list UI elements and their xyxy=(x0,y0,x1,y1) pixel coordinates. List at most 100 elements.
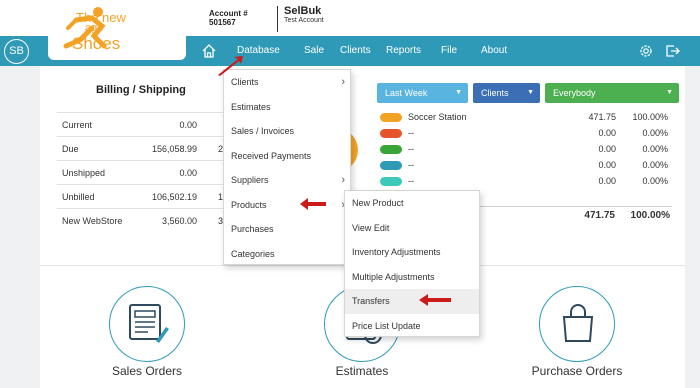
nav-sale[interactable]: Sale xyxy=(304,36,324,66)
purchase-orders-tile[interactable] xyxy=(539,286,615,362)
pointer-arrow-icon xyxy=(218,56,243,76)
legend-swatch xyxy=(380,145,402,154)
legend-row[interactable]: -- 0.00 0.00% xyxy=(378,127,670,141)
nav-file[interactable]: File xyxy=(441,36,457,66)
total-amount: 471.75 xyxy=(584,210,615,221)
billing-label: Unshipped xyxy=(62,168,106,178)
submenu-item-label: Inventory Adjustments xyxy=(352,247,441,257)
scope-dropdown[interactable]: Everybody ▼ xyxy=(545,83,679,103)
legend-row[interactable]: -- 0.00 0.00% xyxy=(378,159,670,173)
header-separator xyxy=(277,6,278,32)
menu-item-label: Clients xyxy=(231,77,259,87)
legend-name: Soccer Station xyxy=(408,112,467,122)
user-avatar[interactable]: SB xyxy=(4,39,29,64)
legend-swatch xyxy=(380,113,402,122)
billing-value: 106,502.19 xyxy=(151,192,197,202)
legend-amount: 0.00 xyxy=(598,176,616,186)
account-label: Account # xyxy=(209,9,248,18)
menu-item-received-payments[interactable]: Received Payments xyxy=(224,144,350,169)
billing-table: Current 0.00 Due 156,058.99 2 Unshipped … xyxy=(57,112,227,232)
billing-value: 0.00 xyxy=(179,168,197,178)
nav-about[interactable]: About xyxy=(481,36,507,66)
legend-swatch xyxy=(380,129,402,138)
menu-item-label: Estimates xyxy=(231,101,271,112)
legend-percent: 100.00% xyxy=(632,112,668,122)
pointer-arrow-icon xyxy=(300,198,326,210)
billing-label: New WebStore xyxy=(62,216,123,226)
billing-label: Current xyxy=(62,120,93,130)
submenu-item-view-edit[interactable]: View Edit xyxy=(345,216,479,241)
menu-item-products[interactable]: Products› xyxy=(224,193,350,218)
menu-item-purchases[interactable]: Purchases xyxy=(224,217,350,242)
menu-item-label: Suppliers xyxy=(231,175,269,185)
estimates-label[interactable]: Estimates xyxy=(292,364,432,378)
scope-dropdown-label: Everybody xyxy=(553,88,596,98)
legend-percent: 0.00% xyxy=(642,144,668,154)
legend-row[interactable]: -- 0.00 0.00% xyxy=(378,143,670,157)
billing-row-due[interactable]: Due 156,058.99 2 xyxy=(57,136,227,160)
menu-item-label: Received Payments xyxy=(231,150,312,161)
legend-percent: 0.00% xyxy=(642,160,668,170)
nav-clients[interactable]: Clients xyxy=(340,36,371,66)
pointer-arrow-icon xyxy=(419,294,451,306)
menu-item-categories[interactable]: Categories xyxy=(224,242,350,267)
chevron-down-icon: ▼ xyxy=(455,89,462,96)
submenu-item-transfers[interactable]: Transfers xyxy=(345,289,479,314)
submenu-item-price-list-update[interactable]: Price List Update xyxy=(345,314,479,339)
legend-row[interactable]: -- 0.00 0.00% xyxy=(378,175,670,189)
menu-item-label: Purchases xyxy=(231,224,274,234)
gear-icon[interactable] xyxy=(638,43,654,59)
group-dropdown[interactable]: Clients ▼ xyxy=(473,83,540,103)
period-dropdown-label: Last Week xyxy=(385,88,428,98)
legend-amount: 0.00 xyxy=(598,160,616,170)
legend-percent: 0.00% xyxy=(642,128,668,138)
submenu-item-inventory-adjustments[interactable]: Inventory Adjustments xyxy=(345,240,479,265)
menu-item-estimates[interactable]: Estimates xyxy=(224,95,350,120)
legend-swatch xyxy=(380,177,402,186)
submenu-item-label: New Product xyxy=(352,198,404,208)
billing-row-unshipped[interactable]: Unshipped 0.00 xyxy=(57,160,227,184)
logo-text-line3: Shoes xyxy=(72,34,121,53)
submenu-item-label: Transfers xyxy=(352,296,390,306)
menu-item-sales-invoices[interactable]: Sales / Invoices xyxy=(224,119,350,144)
legend-amount: 0.00 xyxy=(598,128,616,138)
invoice-icon xyxy=(129,304,169,343)
billing-value: 156,058.99 xyxy=(151,144,197,154)
billing-label: Unbilled xyxy=(62,192,95,202)
legend-name: -- xyxy=(408,144,414,154)
submenu-item-multiple-adjustments[interactable]: Multiple Adjustments xyxy=(345,265,479,290)
chevron-down-icon: ▼ xyxy=(666,89,673,96)
company-name: SelBuk xyxy=(284,5,322,17)
period-dropdown[interactable]: Last Week ▼ xyxy=(377,83,468,103)
billing-row-unbilled[interactable]: Unbilled 106,502.19 1 xyxy=(57,184,227,208)
legend-name: -- xyxy=(408,176,414,186)
database-menu: Clients › Estimates Sales / Invoices Receive… xyxy=(223,69,351,265)
legend-swatch xyxy=(380,161,402,170)
menu-item-suppliers[interactable]: Suppliers › xyxy=(224,168,350,193)
logo-text-line2: age xyxy=(85,22,104,34)
legend-name: -- xyxy=(408,128,414,138)
purchase-orders-label[interactable]: Purchase Orders xyxy=(507,364,647,378)
legend-row[interactable]: Soccer Station 471.75 100.00% xyxy=(378,111,670,125)
billing-row-webstore[interactable]: New WebStore 3,560.00 3 xyxy=(57,208,227,232)
submenu-item-new-product[interactable]: New Product xyxy=(345,191,479,216)
legend-amount: 0.00 xyxy=(598,144,616,154)
total-divider xyxy=(475,206,672,207)
sales-orders-label[interactable]: Sales Orders xyxy=(77,364,217,378)
logout-icon[interactable] xyxy=(664,43,680,59)
billing-label: Due xyxy=(62,144,79,154)
submenu-item-label: Price List Update xyxy=(352,320,421,331)
billing-value: 0.00 xyxy=(179,120,197,130)
menu-item-label: Sales / Invoices xyxy=(231,126,295,136)
menu-item-label: Products xyxy=(231,199,267,210)
chevron-down-icon: ▼ xyxy=(527,89,534,96)
nav-reports[interactable]: Reports xyxy=(386,36,421,66)
account-number: 501567 xyxy=(209,18,236,27)
sales-orders-tile[interactable] xyxy=(109,286,185,362)
total-percent: 100.00% xyxy=(630,210,670,221)
submenu-item-label: Multiple Adjustments xyxy=(352,271,435,282)
billing-row-current[interactable]: Current 0.00 xyxy=(57,112,227,136)
group-dropdown-label: Clients xyxy=(481,88,509,98)
menu-item-label: Categories xyxy=(231,248,275,259)
home-icon[interactable] xyxy=(201,43,217,59)
